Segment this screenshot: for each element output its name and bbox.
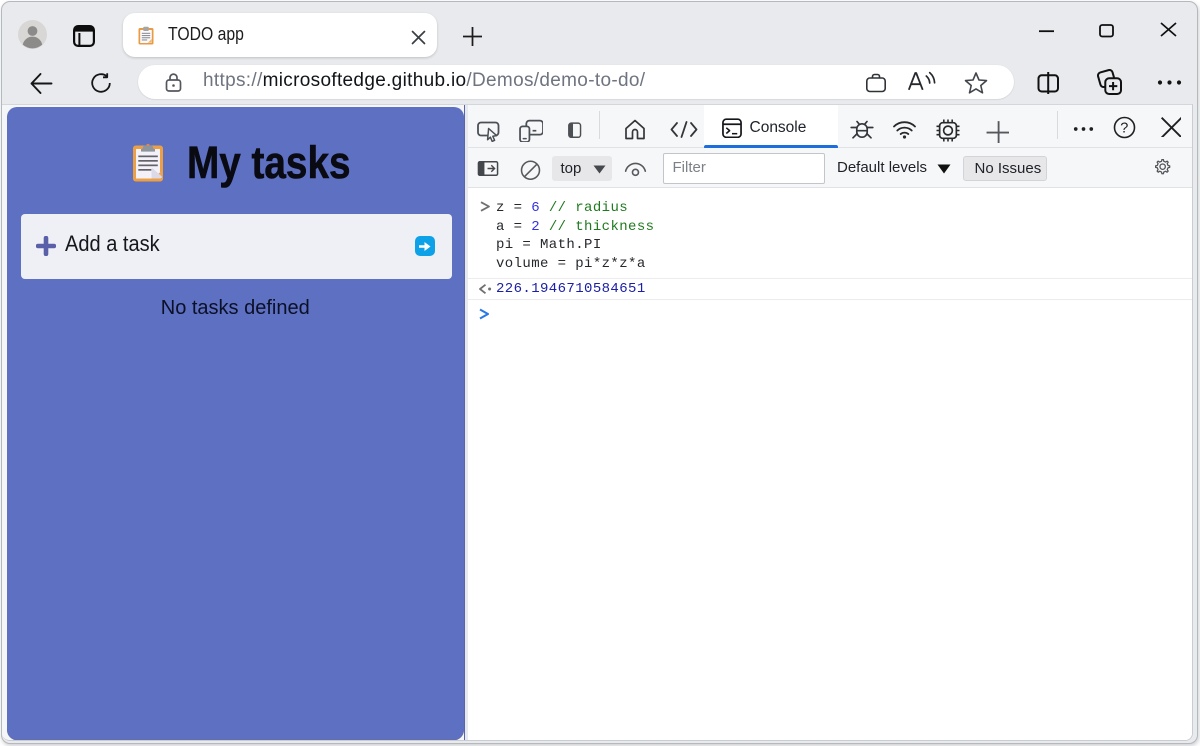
svg-text:?: ? <box>1120 121 1128 137</box>
